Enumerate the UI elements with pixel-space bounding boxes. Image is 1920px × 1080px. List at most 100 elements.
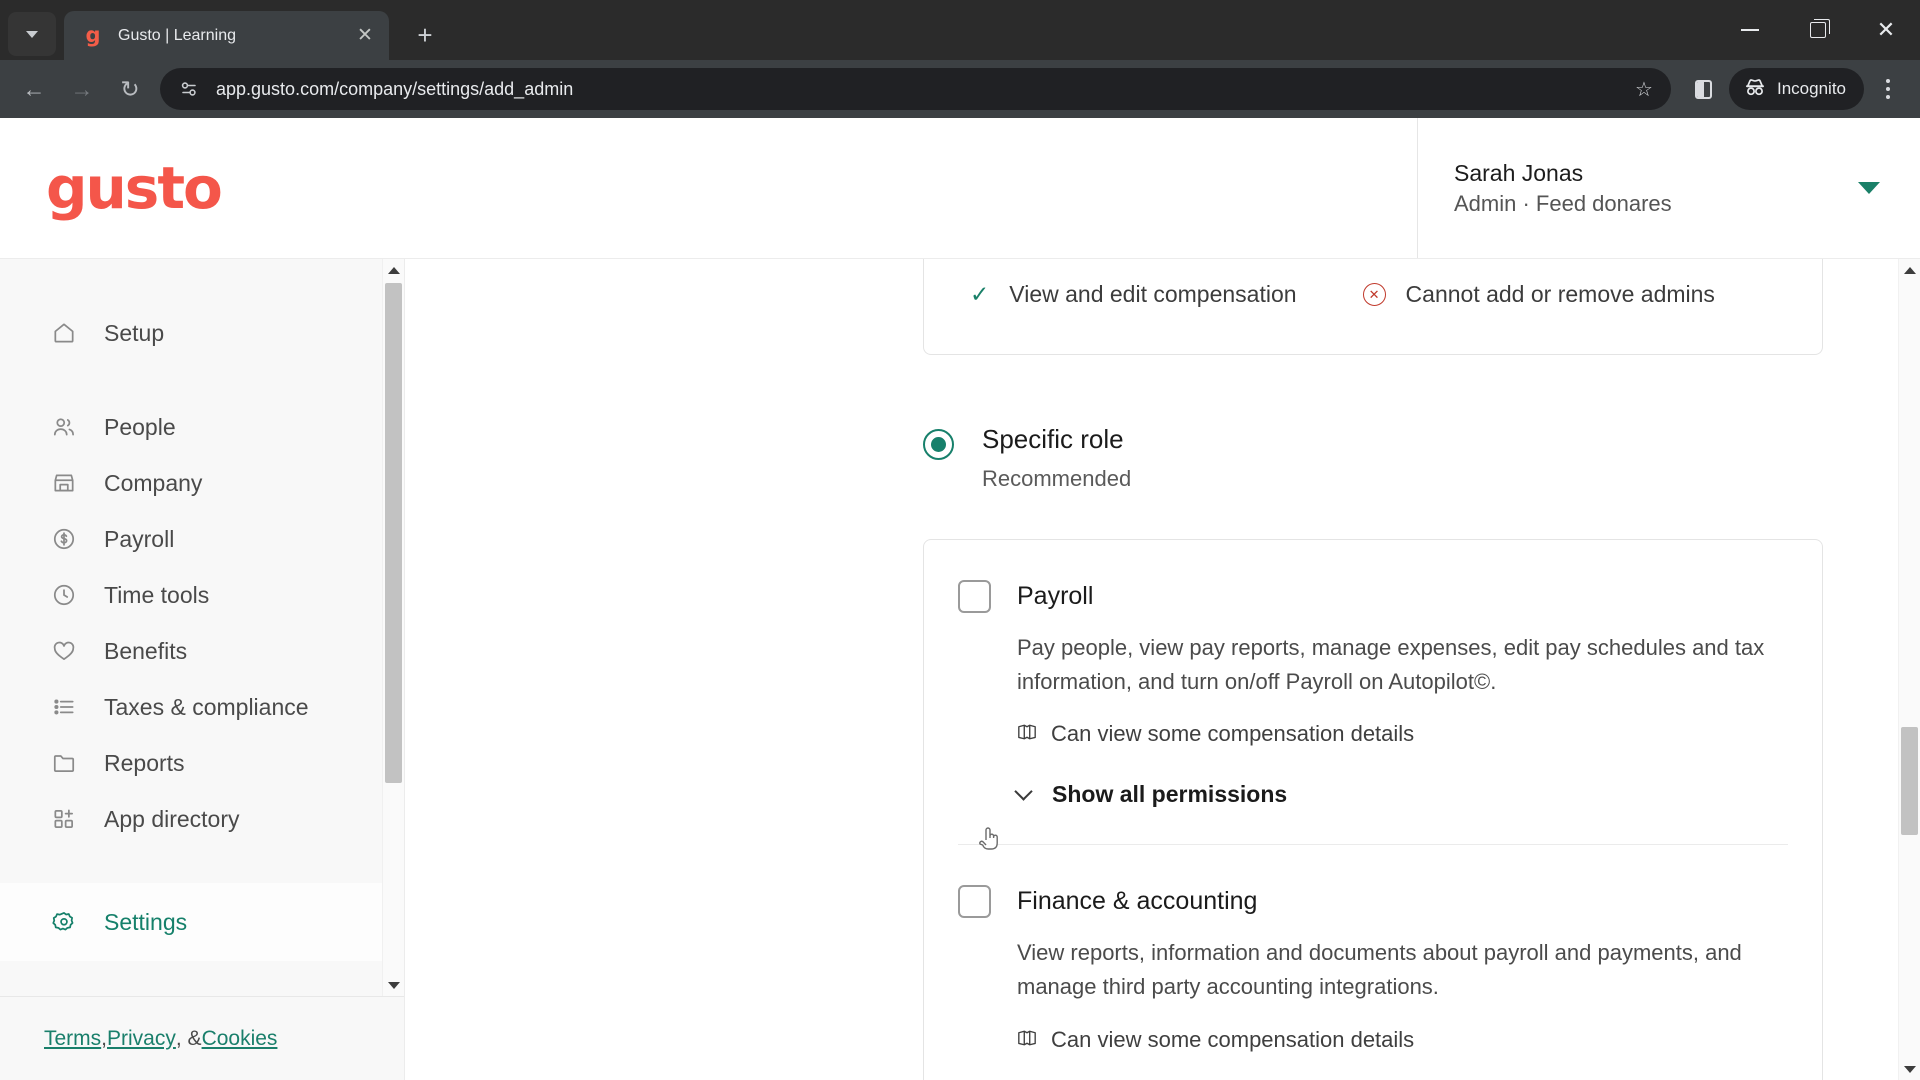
triangle-up-icon: [388, 266, 400, 274]
sidebar-item-people[interactable]: People: [0, 399, 404, 455]
gear-icon: [50, 908, 78, 936]
user-role: Admin · Feed donares: [1454, 190, 1672, 216]
apps-add-icon: [50, 805, 78, 833]
sidebar-item-app-directory[interactable]: App directory: [0, 791, 404, 847]
maximize-button[interactable]: [1784, 0, 1852, 60]
app-header: gusto Sarah Jonas Admin · Feed donares: [0, 118, 1920, 258]
role-description: View reports, information and documents …: [1017, 940, 1742, 1000]
browser-tab[interactable]: g Gusto | Learning ✕: [64, 11, 389, 60]
terms-link[interactable]: Terms: [44, 1027, 101, 1051]
browser-window: g Gusto | Learning ✕ + ✕ ← → ↻ app.gusto…: [0, 0, 1920, 1080]
sidebar-item-taxes-compliance[interactable]: Taxes & compliance: [0, 679, 404, 735]
reload-button[interactable]: ↻: [106, 65, 154, 113]
role-summary-card: ✓ View and edit compensation ✕ Cannot ad…: [923, 259, 1823, 355]
sidebar-item-label: Settings: [104, 908, 188, 935]
triangle-down-icon: [1904, 1065, 1916, 1073]
role-header[interactable]: Finance & accounting: [958, 885, 1788, 919]
show-all-permissions-payroll[interactable]: Show all permissions: [1014, 781, 1788, 808]
scroll-down-button[interactable]: [383, 974, 404, 996]
browser-menu-button[interactable]: [1866, 65, 1910, 113]
sidebar-item-benefits[interactable]: Benefits: [0, 623, 404, 679]
role-item-finance-accounting: Finance & accounting View reports, infor…: [958, 844, 1788, 1080]
cookies-link[interactable]: Cookies: [202, 1027, 278, 1051]
body-split: Setup People Company Payroll Time tools …: [0, 258, 1920, 1080]
radio-selected-icon[interactable]: [923, 429, 954, 460]
scroll-up-button[interactable]: [1899, 259, 1920, 281]
scrollbar-thumb[interactable]: [385, 283, 402, 783]
sidebar-item-settings[interactable]: Settings: [0, 883, 404, 961]
side-panel-icon: [1694, 79, 1712, 99]
role-note-text: Can view some compensation details: [1051, 1026, 1415, 1052]
minimize-icon: [1741, 29, 1759, 31]
gusto-favicon-icon: g: [85, 23, 101, 47]
close-tab-icon[interactable]: ✕: [351, 22, 379, 50]
folder-icon: [50, 749, 78, 777]
url-text: app.gusto.com/company/settings/add_admin: [216, 78, 574, 99]
sidebar-item-setup[interactable]: Setup: [0, 305, 404, 361]
user-name: Sarah Jonas: [1454, 159, 1584, 186]
scrollbar-thumb[interactable]: [1901, 727, 1918, 835]
payroll-checkbox[interactable]: [958, 579, 991, 613]
role-header[interactable]: Payroll: [958, 579, 1788, 613]
tab-strip: g Gusto | Learning ✕ + ✕: [0, 0, 1920, 60]
admin-permissions-content: ✓ View and edit compensation ✕ Cannot ad…: [923, 259, 1823, 1080]
role-note: Can view some compensation details: [1017, 721, 1788, 747]
sidebar-footer: Terms , Privacy , & Cookies: [0, 996, 404, 1080]
role-name: Finance & accounting: [1017, 887, 1258, 916]
specific-role-title: Specific role: [982, 424, 1124, 454]
chevron-down-icon: [1014, 782, 1033, 801]
site-settings-icon[interactable]: [176, 76, 202, 102]
finance-accounting-checkbox[interactable]: [958, 885, 991, 919]
sidebar-item-label: Benefits: [104, 637, 188, 664]
new-tab-button[interactable]: +: [405, 15, 445, 55]
sidebar-item-label: Taxes & compliance: [104, 693, 309, 720]
chevron-down-icon[interactable]: [1858, 182, 1880, 194]
sidebar-scrollbar[interactable]: [382, 259, 404, 996]
permission-summary-row: ✓ View and edit compensation ✕ Cannot ad…: [924, 259, 1822, 308]
sidebar-item-label: People: [104, 413, 176, 440]
sidebar-item-label: Company: [104, 469, 203, 496]
back-button[interactable]: ←: [10, 65, 58, 113]
gusto-logo[interactable]: gusto: [46, 159, 223, 217]
side-panel-button[interactable]: [1681, 67, 1725, 111]
scroll-up-button[interactable]: [383, 259, 404, 281]
book-icon: [1017, 723, 1037, 745]
sidebar-item-time-tools[interactable]: Time tools: [0, 567, 404, 623]
role-note-text: Can view some compensation details: [1051, 721, 1415, 747]
home-icon: [50, 319, 78, 347]
clock-icon: [50, 581, 78, 609]
specific-role-option[interactable]: Specific role Recommended: [923, 423, 1823, 492]
brand-zone: gusto: [0, 118, 1417, 258]
sidebar-nav: Setup People Company Payroll Time tools …: [0, 259, 404, 961]
kebab-dot: [1886, 79, 1890, 83]
triangle-down-icon: [388, 981, 400, 989]
kebab-dot: [1886, 95, 1890, 99]
permission-text: Cannot add or remove admins: [1405, 281, 1715, 307]
incognito-indicator[interactable]: Incognito: [1729, 68, 1864, 110]
address-bar[interactable]: app.gusto.com/company/settings/add_admin…: [160, 68, 1671, 110]
footer-separator: , &: [175, 1026, 202, 1050]
close-icon: ✕: [1876, 17, 1896, 42]
forward-button[interactable]: →: [58, 65, 106, 113]
sidebar-item-payroll[interactable]: Payroll: [0, 511, 404, 567]
sidebar-item-label: App directory: [104, 805, 240, 832]
window-controls: ✕: [1716, 0, 1920, 60]
permission-denied: ✕ Cannot add or remove admins: [1362, 281, 1715, 308]
main-scrollbar[interactable]: [1898, 259, 1920, 1080]
user-info: Sarah Jonas Admin · Feed donares: [1454, 158, 1672, 219]
close-window-button[interactable]: ✕: [1852, 0, 1920, 60]
scroll-down-button[interactable]: [1899, 1058, 1920, 1080]
tab-search-button[interactable]: [8, 12, 56, 56]
list-icon: [50, 693, 78, 721]
user-menu[interactable]: Sarah Jonas Admin · Feed donares: [1417, 118, 1920, 258]
privacy-link[interactable]: Privacy: [107, 1027, 176, 1051]
bookmark-star-icon[interactable]: ☆: [1625, 70, 1663, 108]
sidebar-item-company[interactable]: Company: [0, 455, 404, 511]
browser-toolbar: ← → ↻ app.gusto.com/company/settings/add…: [0, 60, 1920, 118]
incognito-label: Incognito: [1777, 79, 1846, 98]
chevron-down-icon: [26, 30, 38, 38]
permission-text: View and edit compensation: [1009, 281, 1297, 307]
sidebar-item-reports[interactable]: Reports: [0, 735, 404, 791]
sidebar-scroll-area: Setup People Company Payroll Time tools …: [0, 259, 404, 996]
minimize-button[interactable]: [1716, 0, 1784, 60]
